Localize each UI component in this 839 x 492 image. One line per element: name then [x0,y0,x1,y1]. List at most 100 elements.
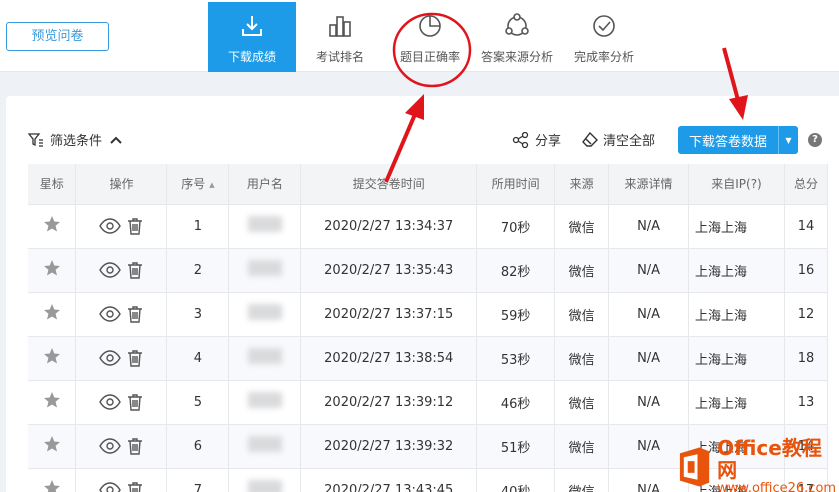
star-cell[interactable] [28,248,77,293]
table-row[interactable]: 3 2020/2/27 13:37:15 59秒 微信 N/A 上海上海 12 [28,292,829,337]
filter-toggle[interactable]: 筛选条件 [28,130,128,149]
clear-all-button[interactable]: 清空全部 [582,130,655,149]
header-ip: 来自IP(?) [688,164,785,205]
help-icon[interactable]: ? [808,133,822,147]
share-button[interactable]: 分享 [512,130,561,149]
trash-icon[interactable] [127,393,143,411]
tab-label: 题目正确率 [399,50,460,64]
header-star: 星标 [28,164,77,205]
watermark-title: Office教程网 [717,436,822,482]
actions-cell [75,336,168,381]
eye-icon[interactable] [99,218,122,234]
score-cell: 16 [784,248,829,293]
tab-question-accuracy[interactable]: 题目正确率 [384,2,476,72]
eye-icon[interactable] [99,438,122,454]
time-used-cell: 46秒 [476,380,556,425]
filter-icon [28,132,43,147]
source-detail-cell: N/A [608,248,690,293]
ranking-bars-icon [329,16,351,37]
header-username: 用户名 [228,164,302,205]
table-row[interactable]: 2 2020/2/27 13:35:43 82秒 微信 N/A 上海上海 16 [28,248,829,293]
office26-watermark: Office教程网 www.office26.com [676,437,839,492]
actions-cell [75,468,168,492]
filter-label: 筛选条件 [50,134,103,149]
index-cell: 7 [166,468,230,492]
source-cell: 微信 [554,424,610,469]
blurred-username [247,480,282,492]
star-icon[interactable] [43,303,61,321]
source-detail-cell: N/A [608,204,690,249]
header-submit-time: 提交答卷时间 [300,164,478,205]
top-bar: 预览问卷 下载成绩 考试排名 题目正确率 答案来源分析 完成率分析 [0,0,839,72]
star-cell[interactable] [28,336,77,381]
eye-icon[interactable] [99,350,122,366]
table-row[interactable]: 5 2020/2/27 13:39:12 46秒 微信 N/A 上海上海 13 [28,380,829,425]
eye-icon[interactable] [99,306,122,322]
eye-icon[interactable] [99,394,122,410]
star-icon[interactable] [43,435,61,453]
header-source: 来源 [554,164,610,205]
source-detail-cell: N/A [608,336,690,381]
trash-icon[interactable] [127,481,143,492]
trash-icon[interactable] [127,217,143,235]
tab-label: 答案来源分析 [480,50,553,64]
source-cell: 微信 [554,336,610,381]
submit-time-cell: 2020/2/27 13:39:12 [300,380,478,425]
header-index-label: 序号 [181,177,206,192]
star-cell[interactable] [28,468,77,492]
header-index[interactable]: 序号 ▲ [166,164,230,205]
star-icon[interactable] [43,391,61,409]
time-used-cell: 40秒 [476,468,556,492]
star-cell[interactable] [28,424,77,469]
index-cell: 4 [166,336,230,381]
actions-cell [75,248,168,293]
trash-icon[interactable] [127,261,143,279]
ip-cell: 上海上海 [688,248,785,293]
eye-icon[interactable] [99,482,122,492]
header-actions: 操作 [75,164,168,205]
blurred-username [247,392,282,408]
actions-cell [75,380,168,425]
tab-answer-source[interactable]: 答案来源分析 [476,2,558,72]
download-answers-label: 下载答卷数据 [688,134,767,150]
eye-icon[interactable] [99,262,122,278]
submit-time-cell: 2020/2/27 13:39:32 [300,424,478,469]
star-icon[interactable] [43,259,61,277]
share-label: 分享 [535,134,562,149]
username-cell [228,248,302,293]
ip-cell: 上海上海 [688,204,785,249]
index-cell: 2 [166,248,230,293]
eraser-icon [582,131,598,147]
sort-asc-icon[interactable]: ▲ [209,181,214,189]
star-icon[interactable] [43,479,61,492]
tab-exam-ranking[interactable]: 考试排名 [296,2,384,72]
blurred-username [247,216,282,232]
blurred-username [247,260,282,276]
star-cell[interactable] [28,292,77,337]
tab-download-scores[interactable]: 下载成绩 [208,2,296,72]
table-row[interactable]: 4 2020/2/27 13:38:54 53秒 微信 N/A 上海上海 18 [28,336,829,381]
index-cell: 6 [166,424,230,469]
username-cell [228,380,302,425]
submit-time-cell: 2020/2/27 13:43:45 [300,468,478,492]
trash-icon[interactable] [127,437,143,455]
score-cell: 14 [784,204,829,249]
download-answers-button[interactable]: 下载答卷数据 ▼ [678,126,798,154]
trash-icon[interactable] [127,349,143,367]
actions-cell [75,424,168,469]
download-icon [242,16,262,36]
star-icon[interactable] [43,347,61,365]
star-cell[interactable] [28,380,77,425]
dropdown-caret-icon[interactable]: ▼ [778,126,798,154]
chevron-up-icon [110,136,122,144]
tab-completion-rate[interactable]: 完成率分析 [558,2,650,72]
star-icon[interactable] [43,215,61,233]
table-row[interactable]: 1 2020/2/27 13:34:37 70秒 微信 N/A 上海上海 14 [28,204,829,249]
share-icon [512,131,529,148]
score-cell: 12 [784,292,829,337]
preview-survey-button[interactable]: 预览问卷 [6,22,109,51]
ip-cell: 上海上海 [688,292,785,337]
star-cell[interactable] [28,204,77,249]
blurred-username [247,436,282,452]
trash-icon[interactable] [127,305,143,323]
